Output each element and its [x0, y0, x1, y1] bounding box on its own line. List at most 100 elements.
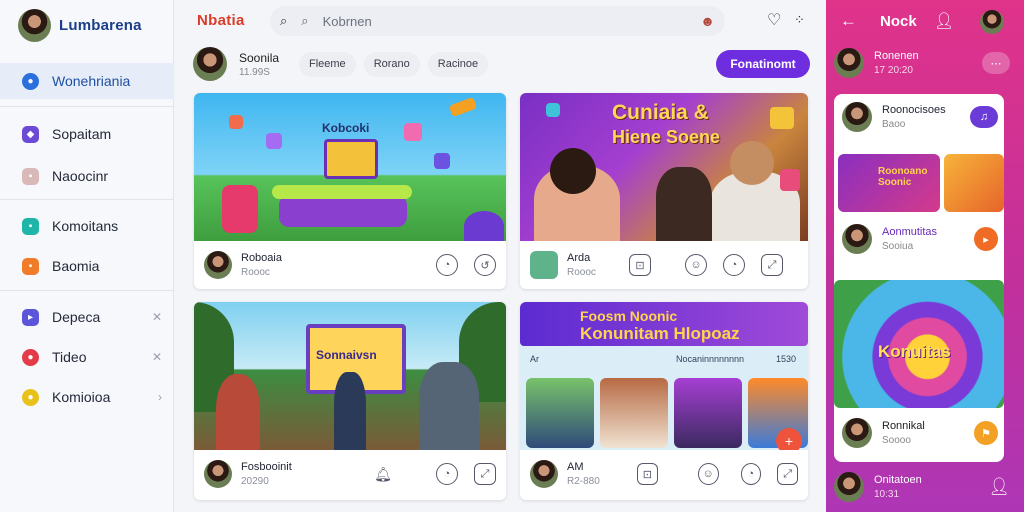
video-card[interactable]: Cuniaia & Hiene Soene Arda Roooc ⊡ ☺ ◔ ⤢ — [520, 93, 808, 289]
video-thumbnail[interactable]: Foosm Noonic Konunitam Hlopoaz Ar Nocani… — [520, 302, 808, 450]
sidebar-item-7[interactable]: ● Komioioa › — [0, 379, 174, 415]
close-icon[interactable]: ✕ — [152, 310, 162, 324]
search-bar[interactable]: ⌕ ⌕ ☻ — [270, 6, 725, 36]
floating-shape — [770, 107, 794, 129]
bell-icon[interactable]: 🔔︎ — [372, 463, 394, 485]
row-avatar[interactable] — [842, 102, 872, 132]
mini-thumbnail[interactable] — [674, 378, 742, 448]
comment-icon[interactable]: ◔ — [436, 463, 458, 485]
panel-row[interactable]: Ronnikal Soooo ⚑ — [842, 418, 998, 448]
expand-icon[interactable]: ⤢ — [761, 254, 783, 276]
sidebar-item-0[interactable]: ● Wonehriania — [0, 63, 174, 99]
filter-chip[interactable]: Racinoe — [427, 51, 489, 77]
play-icon[interactable]: ▸ — [974, 227, 998, 251]
sidebar-item-4[interactable]: ▪ Baomia — [0, 248, 174, 284]
sidebar: Lumbarena ● Wonehriania ◆ Sopaitam ▪ Nao… — [0, 0, 174, 512]
user-icon[interactable]: 👤︎ — [934, 11, 954, 31]
emoji-icon[interactable]: ☺ — [697, 463, 719, 485]
mini-thumbnail[interactable] — [526, 378, 594, 448]
mini-thumbnail-title: Roonoano Soonic — [878, 166, 928, 188]
row-avatar[interactable] — [834, 48, 864, 78]
person-icon[interactable]: ☻ — [700, 13, 715, 29]
card-meta: Roooc — [241, 267, 270, 278]
comment-icon[interactable]: ◔ — [723, 254, 745, 276]
comment-icon[interactable]: ◔ — [436, 254, 458, 276]
sidebar-item-3[interactable]: ▪ Komoitans — [0, 208, 174, 244]
chevron-right-icon[interactable]: › — [158, 390, 162, 404]
mini-thumbnail[interactable] — [600, 378, 668, 448]
comment-icon[interactable]: ◔ — [740, 463, 762, 485]
back-arrow-icon[interactable]: ← — [840, 11, 857, 31]
row-avatar[interactable] — [842, 418, 872, 448]
person-add-icon[interactable]: ☺ — [685, 254, 707, 276]
video-card[interactable]: Sonnaivsn Fosbooinit 20290 🔔︎ ◔ ⤢ — [194, 302, 506, 500]
grid-icon[interactable]: ⁘ — [794, 12, 805, 28]
row-avatar[interactable] — [834, 472, 864, 502]
person-shape — [334, 372, 366, 450]
star-icon: ● — [22, 388, 39, 406]
filter-chip[interactable]: Fleeme — [299, 51, 356, 77]
panel-row[interactable]: Aonmutitas Sooiua ▸ — [842, 224, 998, 254]
thumbnail-label-right: 1530 — [776, 354, 797, 364]
flag-icon[interactable]: ⚑ — [974, 421, 998, 445]
row-name: Roonocisoes — [882, 104, 946, 116]
sidebar-item-label: Wonehriania — [52, 73, 131, 89]
primary-action-button[interactable]: Fonatinomt — [716, 50, 810, 78]
mini-thumbnail[interactable] — [944, 154, 1004, 212]
share-icon[interactable]: ↺ — [474, 254, 496, 276]
panel-top-row[interactable]: Ronenen 17 20:20 ⋯ — [834, 48, 1010, 78]
channel-meta: Soonila 11.99S — [239, 51, 299, 78]
caption-icon[interactable]: ⊡ — [629, 254, 651, 276]
channel-avatar[interactable] — [193, 47, 227, 81]
heart-icon[interactable]: ♡ — [767, 10, 781, 30]
sidebar-item-6[interactable]: ● Tideo ✕ — [0, 339, 174, 375]
floating-shape — [448, 96, 478, 118]
music-icon[interactable]: ♫ — [970, 106, 998, 128]
video-card[interactable]: Foosm Noonic Konunitam Hlopoaz Ar Nocani… — [520, 302, 808, 500]
video-card[interactable]: Kobcoki Roboaia Roooc ◔ ↺ — [194, 93, 506, 289]
panel-bottom-row[interactable]: Onitatoen 10:31 👤︎ — [834, 472, 1010, 502]
app-logo[interactable]: Nbatia — [197, 12, 245, 29]
plus-icon[interactable]: + — [776, 428, 802, 450]
brand[interactable]: Lumbarena — [18, 9, 142, 42]
sidebar-item-1[interactable]: ◆ Sopaitam — [0, 116, 174, 152]
author-avatar[interactable] — [530, 460, 558, 488]
sidebar-item-2[interactable]: ▪ Naoocinr — [0, 158, 174, 194]
sidebar-item-5[interactable]: ▸ Depeca ✕ — [0, 299, 174, 335]
main-feed: Nbatia ⌕ ⌕ ☻ ♡ ⁘ Soonila 11.99S Fleeme R… — [175, 0, 825, 512]
featured-thumbnail[interactable]: Konuitas — [834, 280, 1004, 408]
more-icon[interactable]: ⋯ — [982, 52, 1010, 74]
floating-shape — [404, 123, 422, 141]
author-avatar[interactable] — [204, 251, 232, 279]
expand-icon[interactable]: ⤢ — [474, 463, 496, 485]
brand-name: Lumbarena — [59, 17, 142, 34]
row-meta: 17 20:20 — [874, 65, 913, 76]
search-icon[interactable]: ⌕ — [280, 13, 287, 29]
row-name: Ronenen — [874, 50, 919, 62]
panel-row[interactable]: Roonocisoes Baoo ♫ — [842, 102, 998, 132]
row-avatar[interactable] — [842, 224, 872, 254]
thumbnail-subtitle: Hiene Soene — [612, 127, 721, 147]
caption-icon[interactable]: ⊡ — [637, 463, 658, 485]
video-thumbnail[interactable]: Kobcoki — [194, 93, 506, 241]
expand-icon[interactable]: ⤢ — [777, 463, 798, 485]
floating-shape — [229, 115, 243, 129]
thumbnail-banner: Foosm Noonic — [580, 308, 678, 324]
profile-avatar[interactable] — [980, 10, 1004, 34]
author-avatar[interactable] — [530, 251, 558, 279]
user-icon[interactable]: 👤︎ — [988, 477, 1010, 497]
search-icon-secondary: ⌕ — [301, 13, 309, 28]
row-name: Ronnikal — [882, 420, 925, 432]
video-thumbnail[interactable]: Cuniaia & Hiene Soene — [520, 93, 808, 241]
search-input[interactable] — [322, 13, 687, 29]
chair-shape — [222, 185, 258, 233]
row-meta: 10:31 — [874, 489, 900, 500]
sidebar-item-label: Baomia — [52, 258, 100, 274]
filter-chip[interactable]: Rorano — [363, 51, 420, 77]
video-thumbnail[interactable]: Sonnaivsn — [194, 302, 506, 450]
row-meta: Sooiua — [882, 241, 914, 252]
close-icon[interactable]: ✕ — [152, 350, 162, 364]
chat-icon: ◆ — [22, 125, 39, 143]
author-avatar[interactable] — [204, 460, 232, 488]
mini-thumbnail[interactable]: Roonoano Soonic — [838, 154, 940, 212]
